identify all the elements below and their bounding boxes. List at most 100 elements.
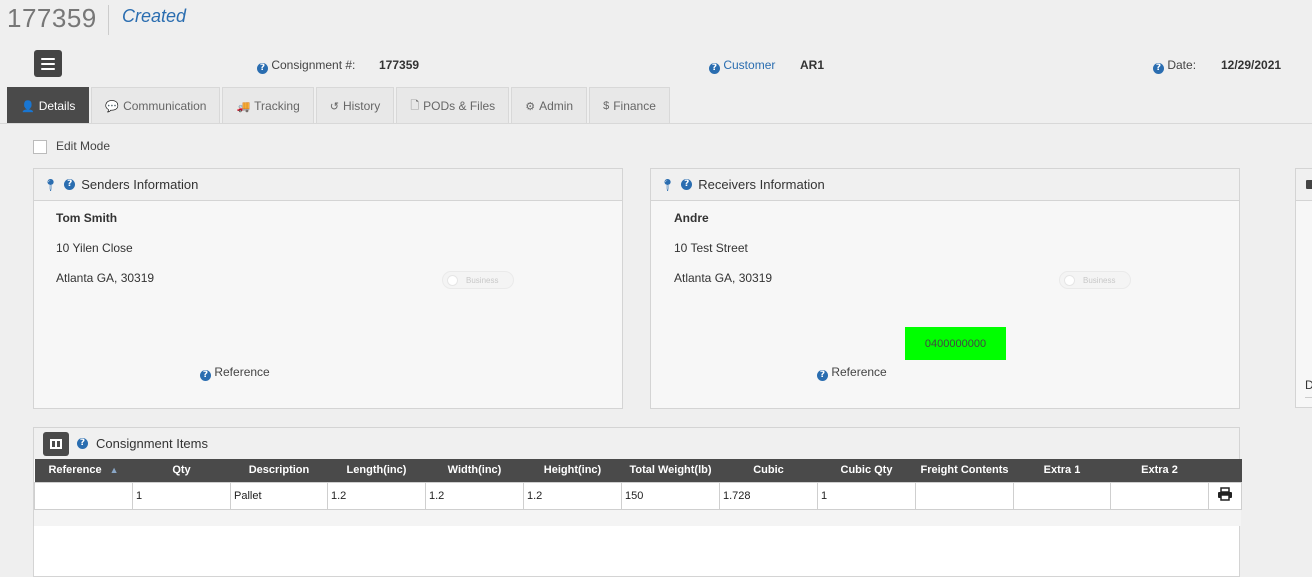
column-header-qty[interactable]: Qty — [132, 459, 231, 482]
cell-description[interactable]: Pallet — [230, 481, 328, 510]
column-header-height[interactable]: Height(inc) — [523, 459, 622, 482]
receiver-business-toggle[interactable]: Business — [1059, 271, 1131, 289]
title-divider — [108, 5, 109, 35]
tab-pods-files[interactable]: 🗋 PODs & Files — [396, 87, 510, 124]
hamburger-menu-button[interactable] — [34, 50, 62, 77]
truck-icon: 🚚 — [236, 100, 251, 113]
column-header-cubic-qty[interactable]: Cubic Qty — [817, 459, 916, 482]
tab-communication[interactable]: 💬 Communication — [91, 87, 221, 124]
tab-label: History — [342, 99, 381, 113]
column-header-extra-1[interactable]: Extra 1 — [1013, 459, 1111, 482]
customer-field: ? Customer — [709, 58, 775, 74]
tab-bar: 👤 Details 💬 Communication 🚚 Tracking ↺ H… — [7, 87, 672, 124]
cell-extra-2[interactable] — [1110, 481, 1209, 510]
cell-height[interactable]: 1.2 — [523, 481, 622, 510]
column-header-total-weight[interactable]: Total Weight(lb) — [621, 459, 720, 482]
tab-label: Details — [38, 99, 76, 113]
print-icon[interactable] — [1217, 487, 1233, 501]
cell-qty[interactable]: 1 — [132, 481, 231, 510]
consignment-label: Consignment #: — [271, 58, 356, 72]
right-panel-header — [1296, 169, 1312, 201]
sender-reference-label: Reference — [214, 365, 270, 379]
sender-business-toggle[interactable]: Business — [442, 271, 514, 289]
cell-actions — [1208, 481, 1242, 510]
business-label: Business — [466, 275, 499, 285]
business-label: Business — [1083, 275, 1116, 285]
edit-mode-checkbox[interactable] — [33, 140, 47, 154]
toggle-knob — [1064, 274, 1075, 286]
senders-panel-header: 📍︎ ? Senders Information — [34, 169, 622, 201]
column-header-freight-contents[interactable]: Freight Contents — [915, 459, 1014, 482]
help-icon[interactable]: ? — [817, 370, 828, 381]
menu-bar-icon — [41, 67, 55, 70]
history-icon: ↺ — [329, 100, 339, 113]
menu-bar-icon — [41, 62, 55, 65]
items-title: Consignment Items — [96, 436, 208, 451]
consignment-value: 177359 — [379, 58, 420, 72]
map-marker-icon[interactable]: 📍︎ — [43, 178, 58, 192]
receivers-panel: 📍︎ ? Receivers Information Andre 10 Test… — [650, 168, 1240, 409]
tab-tracking[interactable]: 🚚 Tracking — [222, 87, 314, 124]
column-header-cubic[interactable]: Cubic — [719, 459, 818, 482]
tab-label: Finance — [613, 99, 656, 113]
cell-extra-1[interactable] — [1013, 481, 1111, 510]
user-icon: 👤 — [21, 100, 35, 113]
cell-cubic-qty[interactable]: 1 — [817, 481, 916, 510]
customer-label[interactable]: Customer — [723, 58, 775, 72]
sender-address-line2: Atlanta GA, 30319 — [56, 271, 155, 285]
receiver-phone-badge: 0400000000 — [905, 327, 1006, 360]
items-panel-header: ? Consignment Items — [34, 428, 1239, 459]
tab-details[interactable]: 👤 Details — [7, 87, 90, 124]
receiver-address-line1: 10 Test Street — [674, 241, 748, 255]
help-icon[interactable]: ? — [257, 63, 268, 74]
map-marker-icon[interactable]: 📍︎ — [660, 178, 675, 192]
help-icon[interactable]: ? — [64, 179, 76, 190]
cell-freight-contents[interactable] — [915, 481, 1014, 510]
sender-reference-field: ? Reference — [200, 365, 270, 381]
column-header-extra-2[interactable]: Extra 2 — [1110, 459, 1209, 482]
cell-reference[interactable] — [34, 481, 133, 510]
sort-icon[interactable]: ▲︎ — [110, 465, 119, 475]
date-field: ? Date: — [1153, 58, 1196, 74]
edit-mode-label: Edit Mode — [56, 139, 111, 153]
help-icon[interactable]: ? — [200, 370, 211, 381]
columns-toggle-button[interactable] — [43, 431, 69, 456]
help-icon[interactable]: ? — [1153, 63, 1164, 74]
column-header-description[interactable]: Description — [230, 459, 328, 482]
column-header-reference[interactable]: Reference ▲︎ — [34, 459, 133, 482]
column-header-width[interactable]: Width(inc) — [425, 459, 524, 482]
columns-icon — [50, 438, 62, 449]
receiver-reference-field: ? Reference — [817, 365, 887, 381]
receiver-address-line2: Atlanta GA, 30319 — [674, 271, 773, 285]
file-icon: 🗋 — [410, 99, 420, 112]
tab-admin[interactable]: ⚙ Admin — [511, 87, 588, 124]
receiver-name: Andre — [674, 211, 709, 225]
cell-width[interactable]: 1.2 — [425, 481, 524, 510]
help-icon[interactable]: ? — [77, 438, 88, 449]
senders-title: Senders Information — [81, 177, 199, 192]
customer-value: AR1 — [800, 58, 825, 72]
help-icon[interactable]: ? — [709, 63, 720, 74]
cell-weight[interactable]: 150 — [621, 481, 720, 510]
tab-label: Tracking — [254, 99, 300, 113]
tab-history[interactable]: ↺ History — [315, 87, 395, 124]
consignment-title-number: 177359 — [7, 3, 97, 33]
panel-icon — [1306, 180, 1312, 189]
right-panel-text: D — [1305, 378, 1312, 392]
column-label: Reference — [48, 464, 102, 477]
dollar-icon: $ — [603, 100, 610, 112]
status-label: Created — [122, 6, 187, 26]
tab-finance[interactable]: $ Finance — [589, 87, 670, 124]
cell-cubic[interactable]: 1.728 — [719, 481, 818, 510]
column-header-length[interactable]: Length(inc) — [327, 459, 426, 482]
tab-label: PODs & Files — [423, 99, 496, 113]
help-icon[interactable]: ? — [681, 179, 693, 190]
items-table-footer — [34, 510, 1241, 526]
toggle-knob — [447, 274, 458, 286]
column-header-actions — [1208, 459, 1242, 482]
cell-length[interactable]: 1.2 — [327, 481, 426, 510]
receiver-reference-label: Reference — [831, 365, 887, 379]
gear-icon: ⚙ — [525, 100, 536, 113]
comment-icon: 💬 — [105, 100, 120, 113]
right-side-panel — [1295, 168, 1312, 408]
